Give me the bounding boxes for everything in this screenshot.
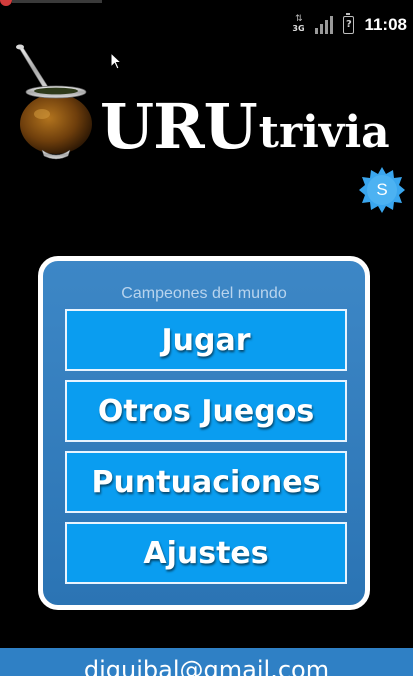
battery-unknown-icon: ? [343,13,355,34]
status-bar: ⇅ 3G ? 11:08 [0,0,413,48]
mouse-cursor-icon [110,52,122,70]
menu-subtitle: Campeones del mundo [121,285,287,302]
app-logo-wordmark: URU trivia [100,94,390,158]
settings-button[interactable]: Ajustes [65,522,347,584]
footer-bar: diguibal@gmail.com [0,648,413,676]
status-icons: ⇅ 3G ? 11:08 [291,13,407,36]
mate-gourd-icon [16,44,92,160]
notification-icon [0,0,12,6]
play-button[interactable]: Jugar [65,309,347,371]
notification-bar-edge [12,0,102,3]
status-time: 11:08 [364,15,407,34]
logo-trivia-text: trivia [258,107,390,158]
logo-uru-text: URU [100,90,258,163]
other-games-button[interactable]: Otros Juegos [65,380,347,442]
contact-email[interactable]: diguibal@gmail.com [0,656,413,676]
3g-data-icon: ⇅ 3G [292,14,305,34]
main-menu-panel: Campeones del mundo Jugar Otros Juegos P… [38,256,370,610]
badge-label: S [376,180,388,199]
cell-signal-icon [315,16,334,34]
scores-button[interactable]: Puntuaciones [65,451,347,513]
